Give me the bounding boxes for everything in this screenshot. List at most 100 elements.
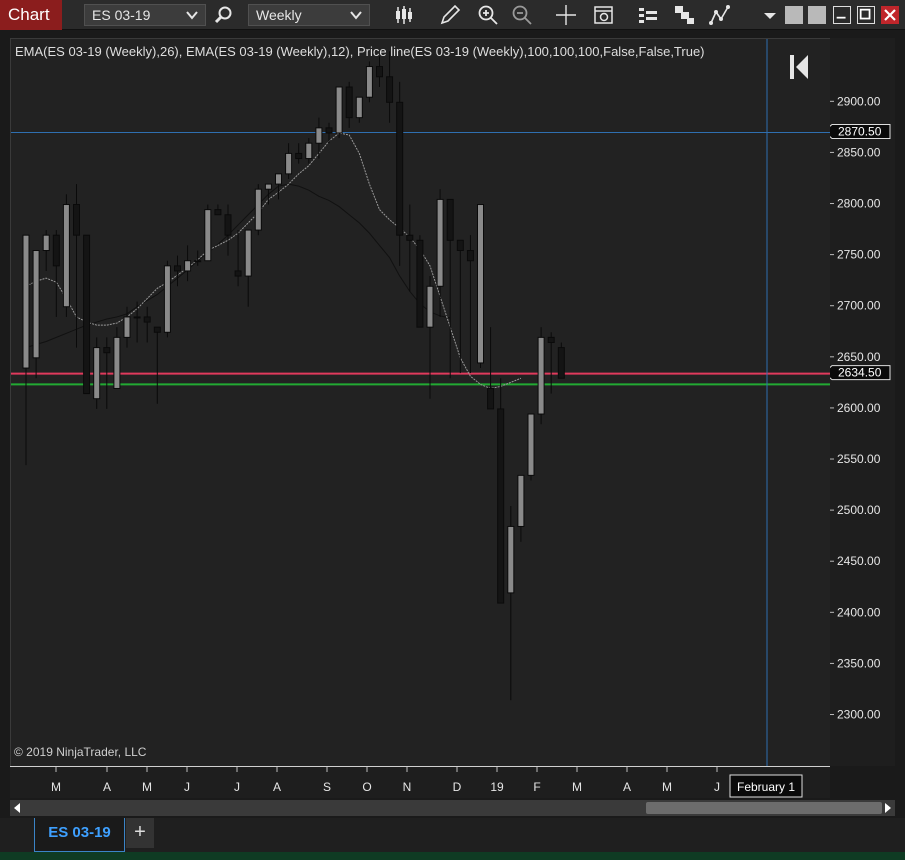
candle-body-down — [295, 152, 303, 160]
candle-body-up — [62, 204, 70, 308]
candle-body-up — [305, 142, 313, 160]
candle-body-up — [537, 336, 545, 415]
candle-body-down — [396, 101, 404, 236]
candle — [477, 204, 484, 369]
taskbar-strip — [0, 852, 905, 860]
cascade-window-icon[interactable] — [808, 6, 826, 24]
candle-body-up — [275, 173, 282, 185]
tile-window-icon[interactable] — [785, 6, 803, 24]
candle — [355, 96, 363, 123]
cursor-date-label: February 1 — [737, 780, 795, 794]
candle — [517, 474, 525, 542]
properties-icon[interactable] — [636, 3, 660, 27]
candle-body-up — [254, 188, 262, 231]
price-axis[interactable]: 2900.00 2850.00 2800.00 2750.00 2700.00 2650.… — [823, 38, 895, 766]
candle — [83, 234, 91, 395]
time-tick-label: S — [323, 780, 331, 794]
candle-body-up — [123, 316, 131, 338]
time-tick-label: M — [572, 780, 582, 794]
drawing-tool-icon[interactable] — [438, 3, 462, 27]
candle — [143, 306, 151, 343]
time-tick-label: F — [533, 780, 540, 794]
time-tick-label: O — [362, 780, 371, 794]
interval-selector[interactable]: Weekly — [248, 4, 370, 26]
time-axis[interactable]: M A M J J A S O N D 19 F M A M J February 1 — [10, 766, 830, 798]
menu-arrow-icon[interactable] — [758, 3, 782, 27]
candle — [315, 117, 323, 159]
bar-type-icon[interactable] — [392, 3, 416, 27]
price-tick-label: 2600.00 — [837, 401, 881, 415]
candle-body-down — [497, 408, 505, 604]
candle-body-up — [264, 183, 272, 190]
strategies-icon[interactable] — [708, 3, 732, 27]
candle — [487, 327, 495, 410]
candle-body-down — [174, 265, 181, 272]
chart-panel[interactable] — [10, 38, 831, 767]
price-tick-label: 2700.00 — [837, 299, 881, 313]
tab-es-03-19[interactable]: ES 03-19 — [34, 818, 125, 852]
candle — [497, 378, 505, 604]
templates-icon[interactable] — [672, 3, 696, 27]
price-plot[interactable] — [11, 39, 831, 767]
maximize-icon[interactable] — [857, 6, 875, 24]
instrument-selector[interactable]: ES 03-19 — [84, 4, 206, 26]
crosshair-price-marker-label: 2870.50 — [838, 124, 882, 138]
scroll-left-icon[interactable] — [12, 803, 22, 813]
ema-12-line — [25, 132, 522, 389]
horizontal-scrollbar[interactable] — [10, 800, 895, 816]
candle-body-up — [285, 152, 293, 175]
candle-body-up — [42, 234, 50, 252]
candle-body-down — [83, 234, 91, 395]
price-tick-label: 2550.00 — [837, 452, 881, 466]
candle — [466, 235, 474, 374]
candle-body-down — [386, 76, 394, 103]
candle-body-up — [507, 525, 515, 594]
add-tab-button[interactable]: + — [126, 818, 154, 848]
candle-body-up — [22, 234, 30, 369]
zoom-out-icon[interactable] — [510, 3, 534, 27]
candle — [224, 204, 232, 256]
time-tick-label: J — [184, 780, 190, 794]
candle — [52, 230, 60, 317]
zoom-in-icon[interactable] — [476, 3, 500, 27]
candle-body-down — [487, 387, 495, 410]
candle-body-down — [466, 250, 474, 262]
price-tick-label: 2750.00 — [837, 248, 881, 262]
search-icon[interactable] — [212, 3, 236, 27]
current-price-marker: 2634.50 — [823, 365, 891, 381]
time-tick-label: A — [273, 780, 281, 794]
candle-body-down — [456, 239, 464, 252]
data-box-icon[interactable] — [592, 3, 616, 27]
candle-body-down — [224, 214, 232, 236]
candle — [376, 56, 383, 87]
candle — [42, 230, 50, 271]
price-tick-label: 2450.00 — [837, 554, 881, 568]
minimize-icon[interactable] — [833, 6, 851, 24]
chart-toolbar: Chart ES 03-19 Weekly — [0, 0, 905, 30]
candle — [285, 143, 293, 179]
candle-body-up — [355, 96, 363, 119]
scroll-right-icon[interactable] — [883, 803, 893, 813]
indicator-legend: EMA(ES 03-19 (Weekly),26), EMA(ES 03-19 … — [15, 44, 705, 59]
candle — [163, 260, 171, 338]
candle-body-down — [345, 86, 353, 119]
candle-body-up — [527, 413, 535, 476]
candle — [305, 138, 313, 164]
scroll-thumb[interactable] — [646, 802, 882, 814]
copyright-text: © 2019 NinjaTrader, LLC — [14, 745, 147, 759]
candle-body-down — [103, 347, 111, 354]
candle — [537, 327, 545, 425]
chevron-down-icon — [186, 11, 198, 20]
candle — [527, 413, 535, 481]
close-icon[interactable] — [881, 6, 899, 24]
current-price-marker-label: 2634.50 — [838, 366, 882, 380]
chart-window-tab[interactable]: Chart — [0, 0, 62, 30]
time-tick-label: N — [403, 780, 412, 794]
scroll-to-end-icon[interactable] — [788, 53, 810, 81]
candle — [456, 239, 464, 374]
crosshair-icon[interactable] — [554, 3, 578, 27]
candle-body-up — [315, 127, 323, 144]
instrument-value: ES 03-19 — [92, 7, 151, 23]
chevron-down-icon — [350, 11, 362, 20]
price-tick-label: 2650.00 — [837, 350, 881, 364]
